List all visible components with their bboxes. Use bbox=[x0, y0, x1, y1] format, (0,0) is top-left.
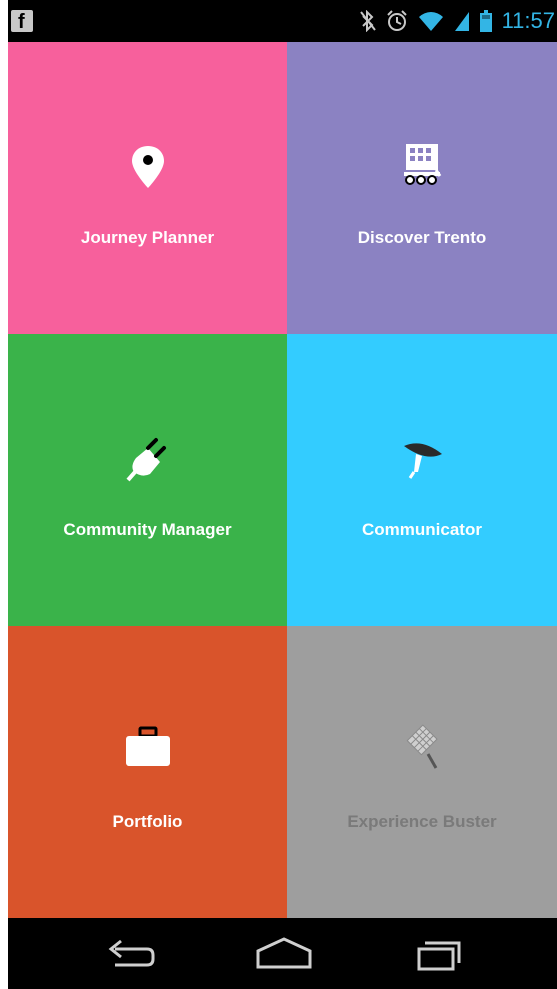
communicator-label: Communicator bbox=[362, 520, 482, 539]
tile-grid: Journey Planner Discover Trento Communit… bbox=[8, 42, 557, 918]
plug-icon bbox=[118, 428, 178, 488]
cart-grid-icon bbox=[392, 136, 452, 196]
community-manager-tile[interactable]: Community Manager bbox=[8, 334, 287, 626]
back-button[interactable] bbox=[91, 930, 171, 976]
cell-signal-icon bbox=[454, 12, 469, 31]
journey-planner-tile[interactable]: Journey Planner bbox=[8, 42, 287, 334]
facebook-icon: f bbox=[11, 10, 33, 33]
discover-trento-label: Discover Trento bbox=[357, 228, 487, 247]
experience-buster-label: Experience Buster bbox=[347, 812, 497, 831]
back-icon bbox=[108, 939, 155, 967]
home-icon bbox=[256, 937, 312, 969]
satellite-dish-icon bbox=[392, 428, 452, 488]
home-button[interactable] bbox=[244, 930, 324, 976]
status-clock: 11:57 bbox=[501, 8, 555, 33]
briefcase-icon bbox=[118, 720, 178, 780]
portfolio-label: Portfolio bbox=[112, 812, 183, 831]
navigation-bar bbox=[8, 918, 557, 989]
community-manager-label: Community Manager bbox=[63, 520, 232, 539]
portfolio-tile[interactable]: Portfolio bbox=[8, 626, 287, 918]
status-icons: 11:57 bbox=[359, 8, 557, 34]
discover-trento-tile[interactable]: Discover Trento bbox=[287, 42, 557, 334]
bluetooth-off-icon bbox=[359, 10, 376, 32]
battery-icon bbox=[479, 10, 492, 32]
journey-planner-label: Journey Planner bbox=[80, 228, 215, 247]
wifi-icon bbox=[418, 12, 443, 31]
experience-buster-tile[interactable]: Experience Buster bbox=[287, 626, 557, 918]
facebook-glyph: f bbox=[18, 11, 25, 33]
status-bar: f 11:57 bbox=[8, 0, 557, 42]
recent-apps-icon bbox=[417, 941, 461, 971]
communicator-tile[interactable]: Communicator bbox=[287, 334, 557, 626]
phone-screen: f 11:57 Journey Planner Discover Trento … bbox=[8, 0, 557, 989]
fly-swatter-icon bbox=[392, 720, 452, 780]
map-pin-icon bbox=[118, 136, 178, 196]
recent-apps-button[interactable] bbox=[399, 930, 479, 976]
alarm-icon bbox=[386, 10, 407, 31]
